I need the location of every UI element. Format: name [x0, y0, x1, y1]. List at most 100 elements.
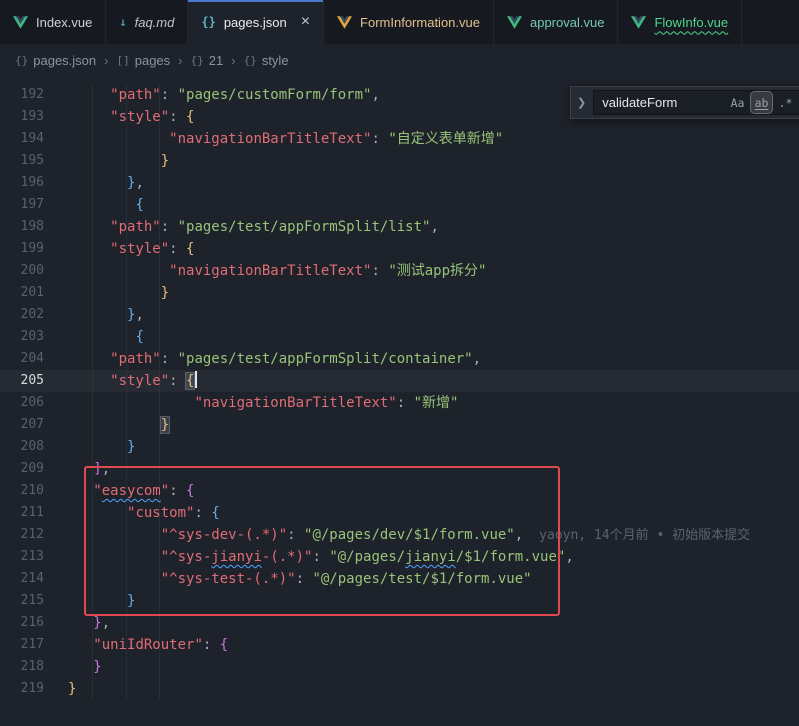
symbol-icon: {} [191, 54, 204, 67]
code-line-216[interactable]: 216 }, [0, 612, 799, 634]
line-number: 204 [0, 348, 44, 370]
line-number: 202 [0, 304, 44, 326]
code-line-208[interactable]: 208 } [0, 436, 799, 458]
find-widget: ❯ validateForm Aaab .* [570, 86, 799, 119]
code-text: } [44, 414, 169, 436]
code-text: "style": { [44, 370, 197, 392]
line-number: 200 [0, 260, 44, 282]
code-line-203[interactable]: 203 { [0, 326, 799, 348]
close-icon[interactable]: × [301, 14, 310, 30]
code-text: } [44, 282, 169, 304]
line-number: 216 [0, 612, 44, 634]
code-line-212[interactable]: 212 "^sys-dev-(.*)": "@/pages/dev/$1/for… [0, 524, 799, 546]
code-line-213[interactable]: 213 "^sys-jianyi-(.*)": "@/pages/jianyi/… [0, 546, 799, 568]
breadcrumb-item-pages.json[interactable]: {}pages.json [15, 53, 96, 68]
find-option-whole-word[interactable]: ab [751, 92, 772, 113]
code-text: ], [44, 458, 110, 480]
tab-label: approval.vue [530, 15, 604, 30]
code-text: "^sys-test-(.*)": "@/pages/test/$1/form.… [44, 568, 532, 590]
find-option-regex[interactable]: .* [775, 92, 796, 113]
code-text: "^sys-jianyi-(.*)": "@/pages/jianyi/$1/f… [44, 546, 574, 568]
code-line-215[interactable]: 215 } [0, 590, 799, 612]
code-text: "path": "pages/customForm/form", [44, 84, 380, 106]
code-line-214[interactable]: 214 "^sys-test-(.*)": "@/pages/test/$1/f… [0, 568, 799, 590]
code-line-199[interactable]: 199 "style": { [0, 238, 799, 260]
line-number: 217 [0, 634, 44, 656]
code-line-207[interactable]: 207 } [0, 414, 799, 436]
code-line-204[interactable]: 204 "path": "pages/test/appFormSplit/con… [0, 348, 799, 370]
line-number: 219 [0, 678, 44, 700]
code-text: "navigationBarTitleText": "测试app拆分" [44, 260, 486, 282]
code-line-201[interactable]: 201 } [0, 282, 799, 304]
code-line-198[interactable]: 198 "path": "pages/test/appFormSplit/lis… [0, 216, 799, 238]
toggle-replace-button[interactable]: ❯ [575, 96, 588, 109]
code-text: "style": { [44, 238, 194, 260]
find-option-match-case[interactable]: Aa [727, 92, 748, 113]
match-case-icon: Aa [731, 96, 745, 110]
code-line-200[interactable]: 200 "navigationBarTitleText": "测试app拆分" [0, 260, 799, 282]
tab-faq.md[interactable]: ↓faq.md [106, 0, 188, 44]
whole-word-icon: ab [755, 96, 769, 110]
code-line-210[interactable]: 210 "easycom": { [0, 480, 799, 502]
code-line-211[interactable]: 211 "custom": { [0, 502, 799, 524]
line-number: 192 [0, 84, 44, 106]
breadcrumb-item-21[interactable]: {} 21 [191, 53, 224, 68]
code-text: "navigationBarTitleText": "新增" [44, 392, 458, 414]
tab-FlowInfo.vue[interactable]: FlowInfo.vue [618, 0, 742, 44]
breadcrumb-item-style[interactable]: {}style [244, 53, 289, 68]
symbol-icon: {} [244, 54, 257, 67]
vue-icon [507, 16, 522, 29]
line-number: 218 [0, 656, 44, 678]
code-line-209[interactable]: 209 ], [0, 458, 799, 480]
code-line-195[interactable]: 195 } [0, 150, 799, 172]
find-input[interactable]: validateForm Aaab .* [593, 90, 799, 115]
line-number: 198 [0, 216, 44, 238]
code-line-217[interactable]: 217 "uniIdRouter": { [0, 634, 799, 656]
code-line-202[interactable]: 202 }, [0, 304, 799, 326]
line-number: 201 [0, 282, 44, 304]
breadcrumb-label: 21 [209, 53, 223, 68]
line-number: 210 [0, 480, 44, 502]
editor: 192 "path": "pages/customForm/form",193 … [0, 76, 799, 726]
line-number: 203 [0, 326, 44, 348]
code-line-194[interactable]: 194 "navigationBarTitleText": "自定义表单新增" [0, 128, 799, 150]
line-number: 211 [0, 502, 44, 524]
code-lines: 192 "path": "pages/customForm/form",193 … [0, 76, 799, 726]
git-blame-annotation: yaoyn, 14个月前 • 初始版本提交 [523, 528, 750, 543]
code-text: "style": { [44, 106, 194, 128]
code-line-206[interactable]: 206 "navigationBarTitleText": "新增" [0, 392, 799, 414]
code-line-205[interactable]: 205 "style": { [0, 370, 799, 392]
find-options: Aaab .* [727, 92, 796, 113]
tab-pages.json[interactable]: {} pages.json × [188, 0, 324, 44]
code-text: } [44, 150, 169, 172]
regex-icon: .* [779, 96, 793, 110]
tab-FormInformation.vue[interactable]: FormInformation.vue [324, 0, 494, 44]
code-text: "^sys-dev-(.*)": "@/pages/dev/$1/form.vu… [44, 524, 750, 546]
breadcrumb-label: pages [135, 53, 170, 68]
text-cursor [195, 371, 197, 388]
line-number: 209 [0, 458, 44, 480]
line-number: 212 [0, 524, 44, 546]
tab-approval.vue[interactable]: approval.vue [494, 0, 618, 44]
tab-label: Index.vue [36, 15, 92, 30]
code-text: } [44, 590, 135, 612]
vue-icon [13, 16, 28, 29]
find-query: validateForm [602, 95, 724, 110]
line-number: 213 [0, 546, 44, 568]
tab-label: pages.json [224, 15, 287, 30]
code-line-219[interactable]: 219} [0, 678, 799, 700]
line-number: 195 [0, 150, 44, 172]
code-line-196[interactable]: 196 }, [0, 172, 799, 194]
code-line-197[interactable]: 197 { [0, 194, 799, 216]
breadcrumb-item-pages[interactable]: []pages [116, 53, 170, 68]
tab-label: FlowInfo.vue [654, 15, 728, 30]
line-number: 193 [0, 106, 44, 128]
json-icon: {} [201, 16, 215, 28]
tab-Index.vue[interactable]: Index.vue [0, 0, 106, 44]
code-text: "path": "pages/test/appFormSplit/list", [44, 216, 439, 238]
line-number: 194 [0, 128, 44, 150]
code-line-218[interactable]: 218 } [0, 656, 799, 678]
vue-icon [631, 16, 646, 29]
line-number: 197 [0, 194, 44, 216]
code-text: } [44, 678, 76, 700]
